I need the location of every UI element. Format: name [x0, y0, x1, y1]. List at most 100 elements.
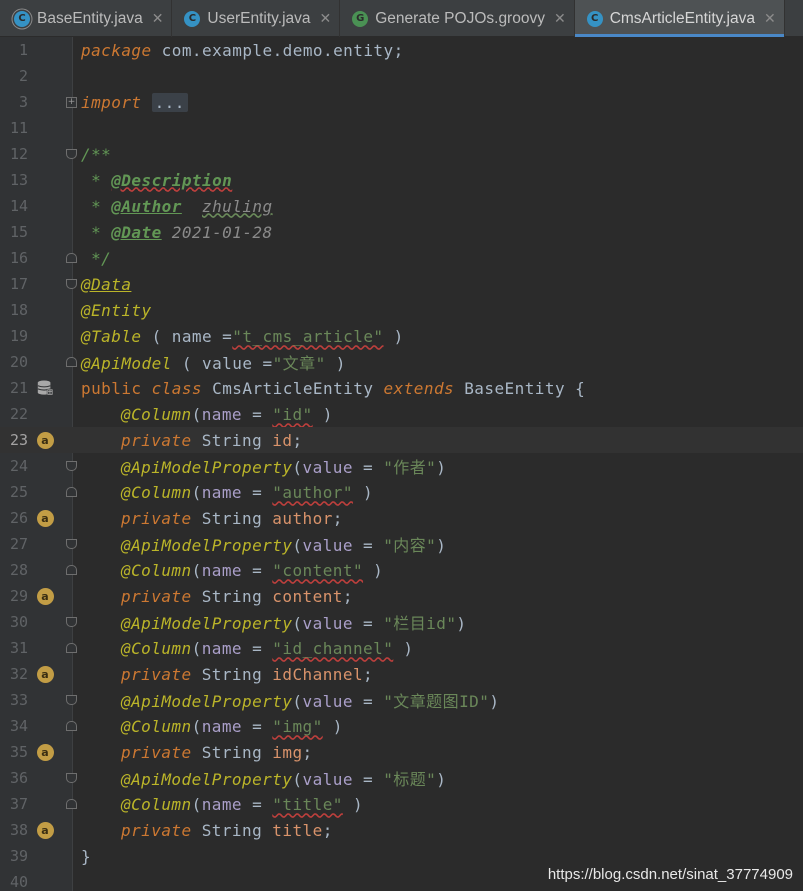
line-number: 12 [9, 145, 28, 163]
code-line[interactable]: 37 @Column(name = "title" ) [0, 791, 803, 817]
collapse-fold-icon[interactable] [66, 253, 77, 263]
code-line[interactable]: 27 @ApiModelProperty(value = "内容") [0, 531, 803, 557]
tab-label: UserEntity.java [207, 9, 311, 27]
line-number: 26 [9, 509, 28, 527]
collapse-fold-icon[interactable] [66, 149, 77, 159]
collapse-fold-icon[interactable] [66, 773, 77, 783]
code-line[interactable]: 30 @ApiModelProperty(value = "栏目id") [0, 609, 803, 635]
close-icon[interactable]: ✕ [554, 11, 566, 27]
line-number: 20 [9, 353, 28, 371]
code-editor[interactable]: 1 package com.example.demo.entity; 2 3 +… [0, 37, 803, 891]
class-name: CmsArticleEntity [212, 378, 374, 398]
code-line[interactable]: 26 a private String author; [0, 505, 803, 531]
type-name: String [201, 742, 263, 762]
line-number: 14 [9, 197, 28, 215]
code-line[interactable]: 31 @Column(name = "id_channel" ) [0, 635, 803, 661]
field-annotation-icon[interactable]: a [36, 821, 54, 839]
annotation: @Entity [81, 300, 152, 320]
code-line[interactable]: 14 * @Author zhuling [0, 193, 803, 219]
collapse-fold-icon[interactable] [66, 695, 77, 705]
code-text: @Table ( name ="t_cms_article" ) [81, 326, 404, 346]
code-line[interactable]: 35 a private String img; [0, 739, 803, 765]
line-number: 37 [9, 795, 28, 813]
arg-name: value [302, 614, 353, 633]
code-line[interactable]: 33 @ApiModelProperty(value = "文章题图ID") [0, 687, 803, 713]
tab-user-entity[interactable]: C UserEntity.java ✕ [172, 0, 341, 37]
collapse-fold-icon[interactable] [66, 617, 77, 627]
annotation: @Column [121, 794, 192, 814]
tab-cms-article-entity[interactable]: C CmsArticleEntity.java ✕ [574, 0, 785, 37]
code-text: @ApiModel ( value ="文章" ) [81, 354, 346, 373]
expand-fold-icon[interactable]: + [66, 96, 77, 108]
collapsed-imports[interactable]: ... [151, 92, 188, 112]
code-line[interactable]: 20 @ApiModel ( value ="文章" ) [0, 349, 803, 375]
field-annotation-icon[interactable]: a [36, 587, 54, 605]
tab-label: BaseEntity.java [37, 9, 143, 27]
code-line[interactable]: 11 [0, 115, 803, 141]
database-table-icon[interactable] [36, 379, 54, 397]
code-line[interactable]: 1 package com.example.demo.entity; [0, 37, 803, 63]
annotation: @ApiModelProperty [121, 458, 293, 477]
keyword: private [121, 508, 192, 528]
field-name: author [272, 508, 333, 528]
code-line[interactable]: 3 + import ... [0, 89, 803, 115]
field-annotation-icon[interactable]: a [36, 431, 54, 449]
code-line[interactable]: 34 @Column(name = "img" ) [0, 713, 803, 739]
code-line[interactable]: 36 @ApiModelProperty(value = "标题") [0, 765, 803, 791]
at-sign-icon: a [36, 431, 54, 449]
collapse-fold-icon[interactable] [66, 643, 77, 653]
collapse-fold-icon[interactable] [66, 487, 77, 497]
line-number: 13 [9, 171, 28, 189]
keyword: package [81, 40, 152, 60]
close-icon[interactable]: ✕ [764, 11, 776, 27]
string-literal: "title" [272, 794, 343, 814]
collapse-fold-icon[interactable] [66, 799, 77, 809]
code-line-current[interactable]: 23 a private String id; [0, 427, 803, 453]
code-text: @Entity [81, 301, 152, 320]
code-line[interactable]: 29 a private String content; [0, 583, 803, 609]
collapse-fold-icon[interactable] [66, 357, 77, 367]
field-annotation-icon[interactable]: a [36, 665, 54, 683]
annotation: @ApiModelProperty [121, 614, 293, 633]
code-line[interactable]: 38 a private String title; [0, 817, 803, 843]
code-line[interactable]: 24 @ApiModelProperty(value = "作者") [0, 453, 803, 479]
code-line[interactable]: 21 public class CmsArticleEntity extends… [0, 375, 803, 401]
line-number: 34 [9, 717, 28, 735]
code-line[interactable]: 12 /** [0, 141, 803, 167]
line-number: 28 [9, 561, 28, 579]
keyword: private [121, 664, 192, 684]
close-icon[interactable]: ✕ [320, 11, 332, 27]
code-line[interactable]: 13 * @Description [0, 167, 803, 193]
tab-base-entity[interactable]: C BaseEntity.java ✕ [0, 0, 173, 37]
collapse-fold-icon[interactable] [66, 565, 77, 575]
code-line[interactable]: 22 @Column(name = "id" ) [0, 401, 803, 427]
collapse-fold-icon[interactable] [66, 461, 77, 471]
collapse-fold-icon[interactable] [66, 539, 77, 549]
code-line[interactable]: 25 @Column(name = "author" ) [0, 479, 803, 505]
field-annotation-icon[interactable]: a [36, 743, 54, 761]
line-number: 38 [9, 821, 28, 839]
field-annotation-icon[interactable]: a [36, 509, 54, 527]
arg-name: name [201, 404, 243, 424]
code-line[interactable]: 19 @Table ( name ="t_cms_article" ) [0, 323, 803, 349]
annotation: @Column [121, 404, 192, 424]
line-number: 27 [9, 535, 28, 553]
code-line[interactable]: 17 @Data [0, 271, 803, 297]
tab-generate-pojos[interactable]: G Generate POJOs.groovy ✕ [340, 0, 575, 37]
code-line[interactable]: 2 [0, 63, 803, 89]
close-icon[interactable]: ✕ [152, 11, 164, 27]
code-text: private String id; [121, 430, 303, 450]
at-sign-icon: a [36, 821, 54, 839]
code-line[interactable]: 32 a private String idChannel; [0, 661, 803, 687]
tab-label: Generate POJOs.groovy [375, 9, 545, 27]
collapse-fold-icon[interactable] [66, 279, 77, 289]
line-number: 24 [9, 457, 28, 475]
code-line[interactable]: 15 * @Date 2021-01-28 [0, 219, 803, 245]
collapse-fold-icon[interactable] [66, 721, 77, 731]
code-line[interactable]: 18 @Entity [0, 297, 803, 323]
line-number: 39 [9, 847, 28, 865]
code-line[interactable]: 16 */ [0, 245, 803, 271]
code-line[interactable]: 28 @Column(name = "content" ) [0, 557, 803, 583]
line-number: 21 [9, 379, 28, 397]
code-text: package com.example.demo.entity; [81, 41, 404, 60]
